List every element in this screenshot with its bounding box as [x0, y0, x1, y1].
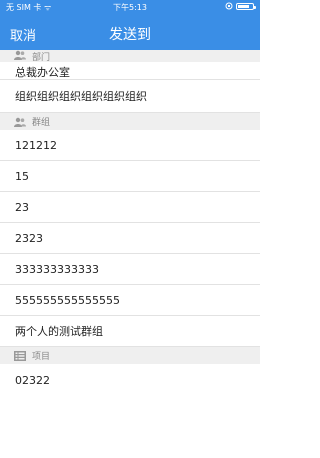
- list-icon: [14, 350, 26, 361]
- users-icon: [14, 117, 26, 127]
- list-item[interactable]: 15: [0, 161, 260, 192]
- section-header-departments: 部门: [0, 50, 260, 63]
- users-icon: [14, 50, 26, 60]
- list-item[interactable]: 两个人的测试群组: [0, 316, 260, 347]
- navigation-bar: 取消 发送到: [0, 14, 260, 50]
- top-bar: 无 SIM 卡 ᯤ 下午5:13 取消 发送到: [0, 0, 260, 50]
- section-header-projects: 项目: [0, 347, 260, 364]
- list-item[interactable]: 02322: [0, 364, 260, 396]
- list-item[interactable]: 2323: [0, 223, 260, 254]
- list-item[interactable]: 23: [0, 192, 260, 223]
- list-item[interactable]: 121212: [0, 130, 260, 161]
- orientation-lock-icon: [225, 2, 233, 10]
- status-time: 下午5:13: [113, 3, 147, 12]
- section-header-label: 部门: [32, 53, 51, 63]
- section-header-label: 群组: [32, 118, 51, 128]
- list-item[interactable]: 总裁办公室: [0, 62, 260, 80]
- recipient-list[interactable]: 部门 总裁办公室 组织组织组织组织组织组织 群组 121212 15 23 23…: [0, 50, 260, 458]
- section-header-label: 项目: [32, 352, 51, 362]
- battery-icon: [236, 2, 256, 10]
- status-bar: 无 SIM 卡 ᯤ 下午5:13: [0, 0, 260, 14]
- list-item[interactable]: 333333333333: [0, 254, 260, 285]
- list-item[interactable]: 组织组织组织组织组织组织: [0, 80, 260, 113]
- page-title: 发送到: [109, 27, 151, 43]
- list-item[interactable]: 555555555555555: [0, 285, 260, 316]
- section-header-groups: 群组: [0, 113, 260, 130]
